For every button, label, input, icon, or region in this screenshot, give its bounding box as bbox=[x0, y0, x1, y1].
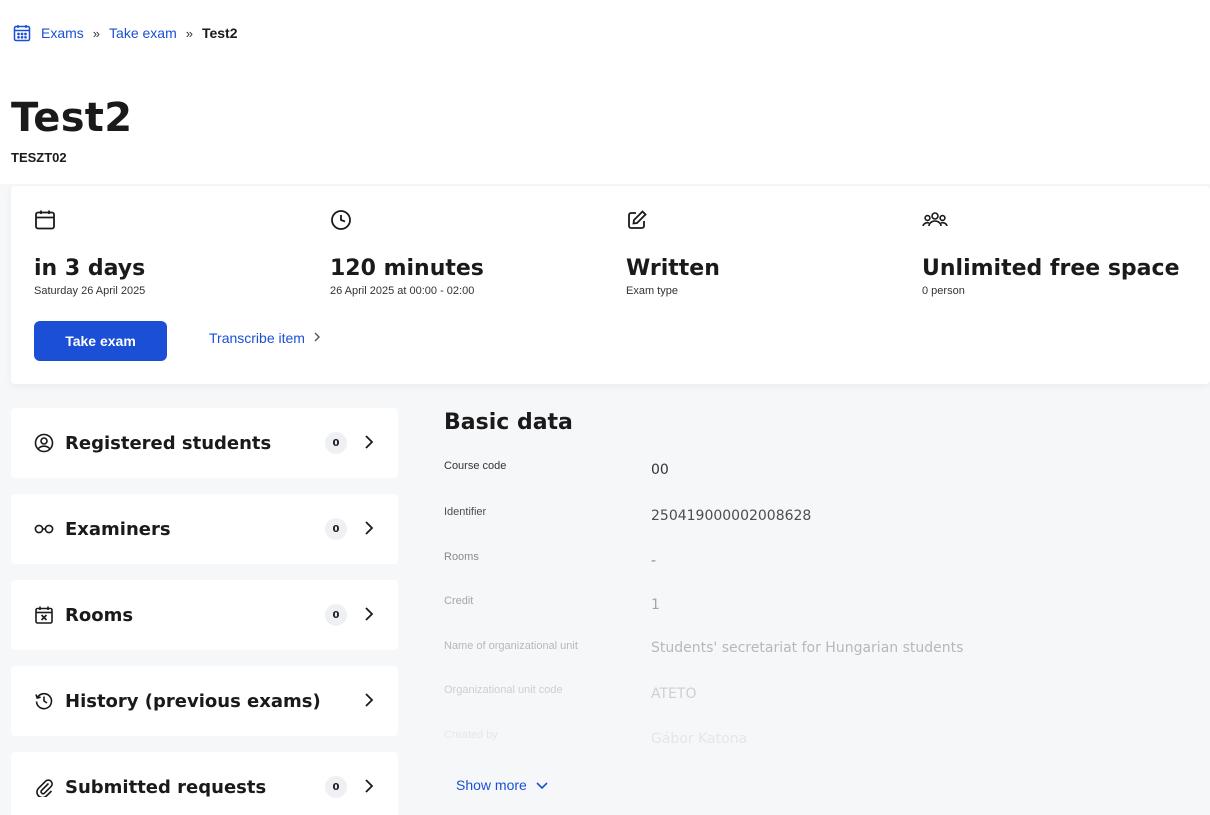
field-label-credit: Credit bbox=[444, 595, 474, 607]
stat-type-value: Written bbox=[626, 256, 720, 281]
sidebar-item-label: Registered students bbox=[65, 432, 272, 454]
breadcrumb: Exams » Take exam » Test2 bbox=[13, 22, 238, 44]
room-icon bbox=[33, 604, 55, 626]
page-header bbox=[0, 72, 1210, 184]
field-label-created-by: Created by bbox=[444, 729, 498, 741]
chevron-right-icon bbox=[363, 776, 375, 801]
chevron-right-icon bbox=[363, 604, 375, 629]
sidebar-item-submitted-requests[interactable]: Submitted requests 0 bbox=[11, 752, 398, 815]
count-badge: 0 bbox=[325, 776, 347, 798]
field-value-course-code: 00 bbox=[651, 462, 669, 478]
sidebar-item-examiners[interactable]: Examiners 0 bbox=[11, 494, 398, 564]
field-value-credit: 1 bbox=[651, 597, 660, 613]
edit-icon bbox=[626, 208, 720, 232]
field-label-organizational-unit: Name of organizational unit bbox=[444, 640, 578, 652]
stat-date-sub: Saturday 26 April 2025 bbox=[34, 285, 146, 297]
calendar-icon bbox=[34, 208, 145, 232]
sidebar-item-label: Submitted requests bbox=[65, 776, 267, 798]
history-icon bbox=[33, 690, 55, 712]
sidebar-item-label: Examiners bbox=[65, 518, 171, 540]
field-value-rooms: - bbox=[651, 553, 657, 569]
page-title: Test2 bbox=[11, 95, 133, 141]
field-value-organizational-unit-code: ATETO bbox=[651, 686, 697, 702]
field-value-created-by: Gábor Katona bbox=[651, 731, 748, 747]
user-circle-icon bbox=[33, 432, 55, 454]
take-exam-button[interactable]: Take exam bbox=[34, 321, 167, 361]
breadcrumb-exams-link[interactable]: Exams bbox=[41, 25, 84, 41]
basic-data-title: Basic data bbox=[444, 410, 573, 435]
sidebar-item-history[interactable]: History (previous exams) bbox=[11, 666, 398, 736]
field-label-rooms: Rooms bbox=[444, 551, 479, 563]
clock-icon bbox=[330, 208, 484, 232]
glasses-icon bbox=[33, 518, 55, 540]
count-badge: 0 bbox=[325, 518, 347, 540]
chevron-right-icon bbox=[363, 690, 375, 715]
show-more-label: Show more bbox=[456, 777, 527, 793]
group-icon bbox=[922, 208, 1180, 232]
stat-space-sub: 0 person bbox=[922, 285, 965, 297]
field-value-organizational-unit: Students' secretariat for Hungarian stud… bbox=[651, 640, 964, 656]
sidebar-item-label: History (previous exams) bbox=[65, 690, 321, 712]
chevron-right-icon bbox=[363, 432, 375, 457]
stat-type-sub: Exam type bbox=[626, 285, 678, 297]
sidebar-item-label: Rooms bbox=[65, 604, 134, 626]
field-label-organizational-unit-code: Organizational unit code bbox=[444, 684, 563, 696]
exam-code: TESZT02 bbox=[11, 150, 67, 165]
chevron-right-icon bbox=[363, 518, 375, 543]
field-label-identifier: Identifier bbox=[444, 506, 487, 518]
stat-type: Written Exam type bbox=[626, 208, 720, 297]
stat-date-value: in 3 days bbox=[34, 256, 146, 281]
stat-space-value: Unlimited free space bbox=[922, 256, 1180, 281]
stat-space: Unlimited free space 0 person bbox=[922, 208, 1180, 297]
exam-summary-card: in 3 days Saturday 26 April 2025 120 min… bbox=[11, 186, 1210, 384]
breadcrumb-current: Test2 bbox=[201, 25, 238, 41]
stat-duration: 120 minutes 26 April 2025 at 00:00 - 02:… bbox=[330, 208, 484, 297]
transcribe-item-link[interactable]: Transcribe item bbox=[209, 330, 321, 346]
breadcrumb-take-exam-link[interactable]: Take exam bbox=[109, 25, 177, 41]
show-more-button[interactable]: Show more bbox=[456, 777, 549, 793]
sidebar-item-registered-students[interactable]: Registered students 0 bbox=[11, 408, 398, 478]
count-badge: 0 bbox=[325, 432, 347, 454]
chevron-right-icon bbox=[313, 331, 321, 346]
stat-date: in 3 days Saturday 26 April 2025 bbox=[34, 208, 145, 297]
chevron-down-icon bbox=[535, 781, 549, 790]
field-label-course-code: Course code bbox=[444, 460, 507, 472]
count-badge: 0 bbox=[325, 604, 347, 626]
stat-duration-sub: 26 April 2025 at 00:00 - 02:00 bbox=[330, 285, 475, 297]
breadcrumb-separator: » bbox=[92, 25, 101, 41]
paperclip-icon bbox=[33, 776, 55, 798]
stat-duration-value: 120 minutes bbox=[330, 256, 484, 281]
transcribe-item-label: Transcribe item bbox=[209, 330, 305, 346]
breadcrumb-separator: » bbox=[185, 25, 193, 41]
sidebar-item-rooms[interactable]: Rooms 0 bbox=[11, 580, 398, 650]
calendar-icon bbox=[13, 23, 33, 43]
field-value-identifier: 250419000002008628 bbox=[651, 508, 812, 524]
